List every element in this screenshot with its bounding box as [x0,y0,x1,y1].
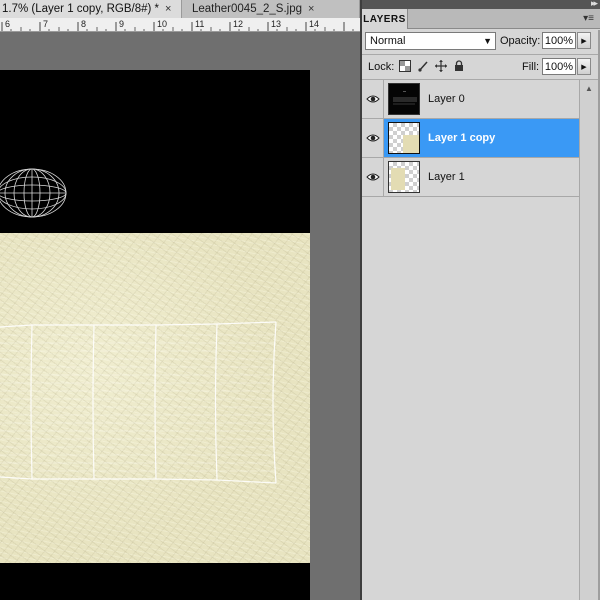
opacity-input[interactable]: 100% [542,32,576,49]
document-tab-active[interactable]: 1.7% (Layer 1 copy, RGB/8#) * × [0,0,182,18]
panel-header: LAYERS ▾≡ [362,9,600,29]
opacity-slider-button[interactable]: ▶ [577,32,591,49]
divider [362,54,600,55]
layers-scrollbar[interactable]: ▲ [579,80,598,600]
fill-label: Fill: [522,61,540,73]
thumbnail-preview [393,91,417,105]
wireframe-mesh [0,321,277,484]
ruler-label: 12 [233,19,243,29]
blend-row: Normal ▼ Opacity: 100% ▶ [362,30,600,52]
layer-thumbnail[interactable] [388,83,420,115]
tab-layers[interactable]: LAYERS [362,9,408,29]
document-tab-inactive[interactable]: Leather0045_2_S.jpg × [182,0,360,18]
blend-mode-value: Normal [370,35,406,47]
layer-row-layer-1[interactable]: Layer 1 [362,158,579,197]
blend-mode-select[interactable]: Normal ▼ [365,32,496,50]
layers-list: Layer 0 Layer 1 copy Layer 1 [362,80,579,600]
image-canvas[interactable] [0,70,310,600]
horizontal-ruler: 6 7 8 9 10 11 12 13 14 [0,18,360,32]
ruler-label: 10 [157,19,167,29]
ruler-label: 9 [119,19,124,29]
lock-label: Lock: [368,61,395,73]
lock-all-icon[interactable] [452,59,466,73]
document-tab-title: 1.7% (Layer 1 copy, RGB/8#) * [2,3,160,15]
ruler-label: 14 [309,19,319,29]
layer-row-layer-1-copy[interactable]: Layer 1 copy [362,119,579,158]
chevron-down-icon: ▼ [483,36,492,46]
layer-row-layer-0[interactable]: Layer 0 [362,80,579,119]
wireframe-sphere [0,168,67,218]
thumbnail-preview [391,168,405,190]
layer-thumbnail[interactable] [388,161,420,193]
thumbnail-preview [403,135,419,153]
ruler-label: 11 [195,19,204,29]
collapse-panel-icon[interactable]: ▸▸ [591,0,598,9]
lock-image-pixels-icon[interactable] [416,59,430,73]
layer-name[interactable]: Layer 1 copy [428,132,495,144]
leather-texture [0,233,310,563]
close-tab-icon[interactable]: × [308,3,314,15]
lock-position-icon[interactable] [434,59,448,73]
layers-panel: ▸▸ LAYERS ▾≡ Normal ▼ Opacity: 100% ▶ Lo… [362,0,600,600]
ruler-label: 8 [81,19,86,29]
ruler-label: 7 [43,19,48,29]
opacity-label: Opacity: [500,35,541,47]
lock-row: Lock: Fill: 100% ▶ [362,56,600,78]
scroll-up-icon[interactable]: ▲ [582,82,596,94]
ruler-label: 13 [271,19,281,29]
document-tab-title: Leather0045_2_S.jpg [192,3,302,15]
layer-name[interactable]: Layer 1 [428,171,465,183]
layer-name[interactable]: Layer 0 [428,93,465,105]
lock-transparent-pixels-icon[interactable] [398,59,412,73]
ruler-ticks: 6 7 8 9 10 11 12 13 14 [1,19,354,31]
fill-slider-button[interactable]: ▶ [577,58,591,75]
close-tab-icon[interactable]: × [165,3,171,15]
layer-thumbnail[interactable] [388,122,420,154]
eye-icon[interactable] [362,158,384,196]
document-tabbar: 1.7% (Layer 1 copy, RGB/8#) * × Leather0… [0,0,360,18]
eye-icon[interactable] [362,119,384,157]
document-area: 1.7% (Layer 1 copy, RGB/8#) * × Leather0… [0,0,360,600]
fill-input[interactable]: 100% [542,58,576,75]
panel-dock-strip: ▸▸ [362,0,600,9]
eye-icon[interactable] [362,80,384,118]
panel-menu-icon[interactable]: ▾≡ [583,13,594,24]
ruler-label: 6 [5,19,10,29]
